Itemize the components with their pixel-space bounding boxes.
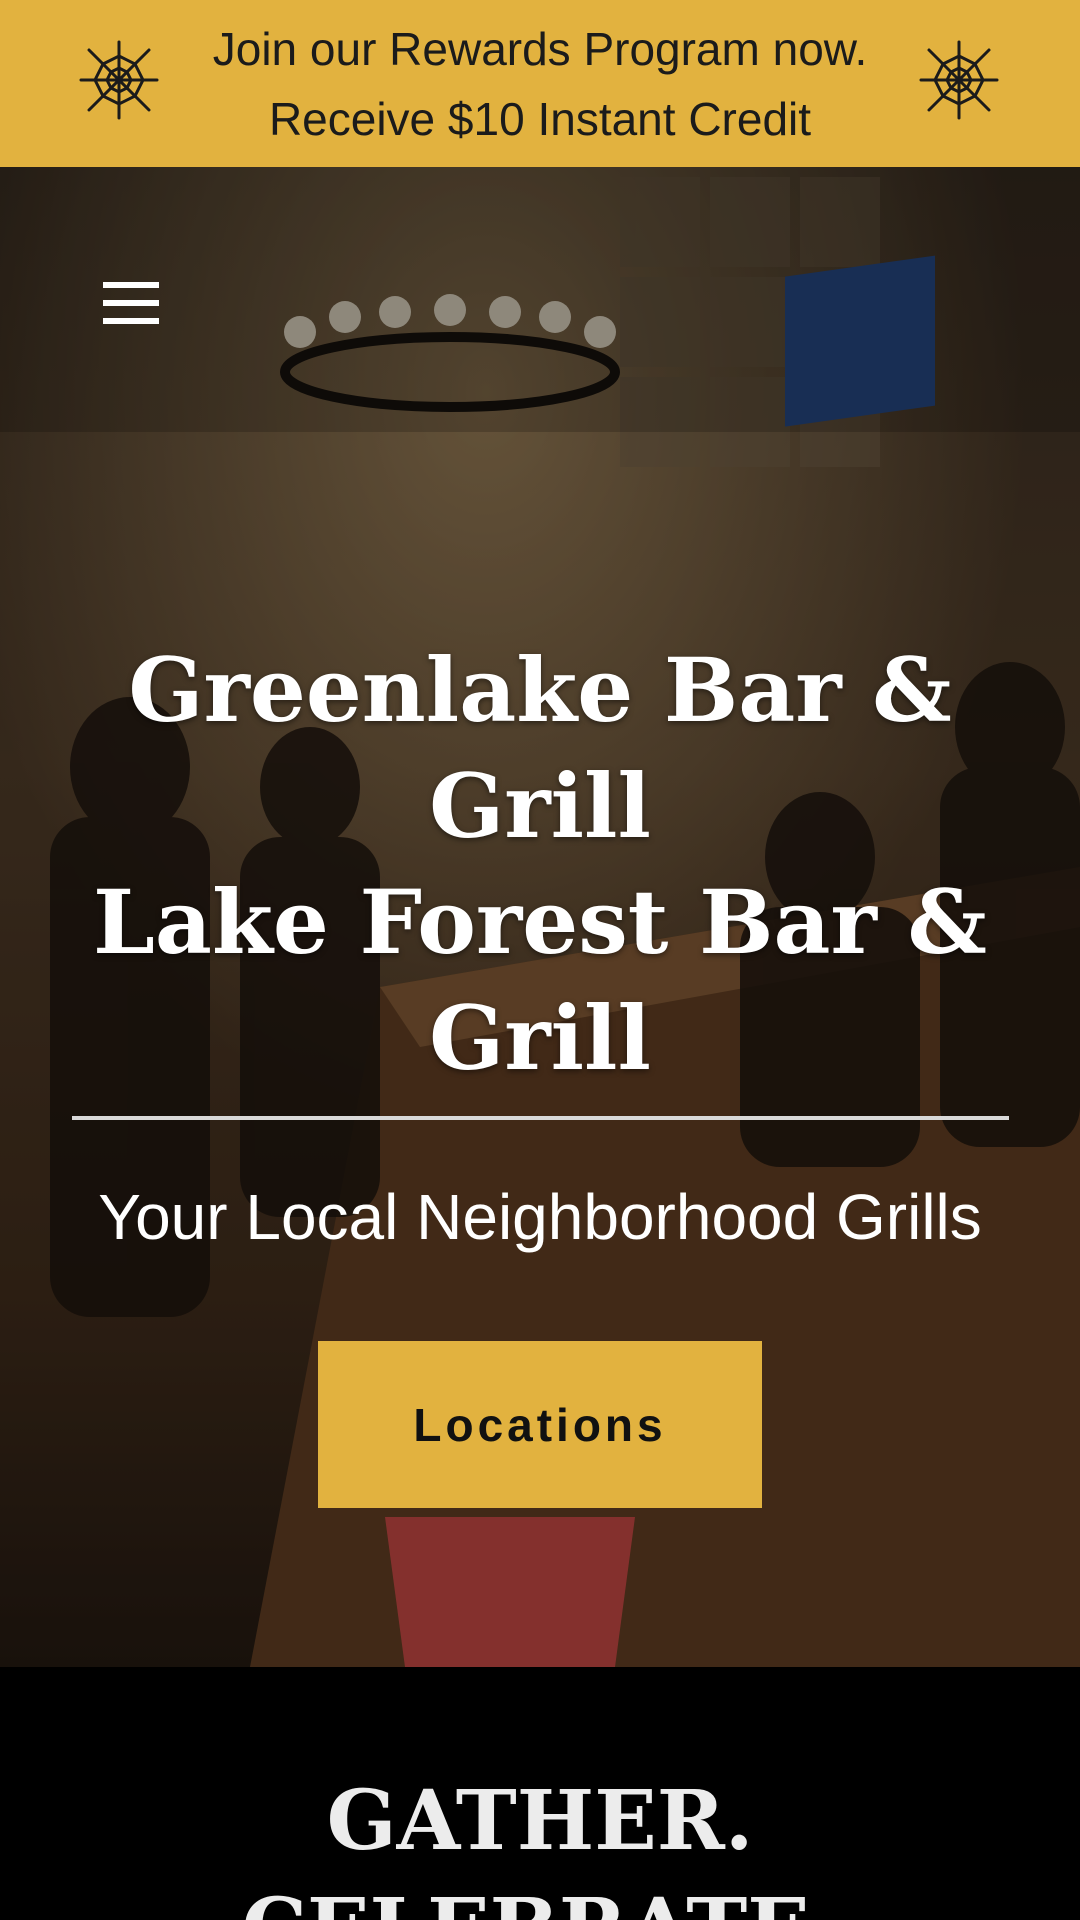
hamburger-menu-icon[interactable] [95, 267, 167, 339]
menu-bar [103, 300, 159, 306]
hero-title-line: Grill [429, 986, 651, 1090]
hero-title-line: Greenlake Bar & [128, 638, 952, 742]
hero-tagline: Your Local Neighborhood Grills [98, 1181, 982, 1253]
section-heading-line: CELEBRATE. [0, 1875, 1080, 1920]
hero-title-line: Grill [429, 754, 651, 858]
spider-web-icon [919, 40, 999, 120]
promo-line-1: Join our Rewards Program now. [212, 22, 868, 75]
promo-banner[interactable]: Join our Rewards Program now. Receive $1… [0, 0, 1080, 167]
spider-web-icon [79, 40, 159, 120]
gather-section: GATHER. CELEBRATE. [0, 1667, 1080, 1920]
menu-bar [103, 318, 159, 324]
locations-button[interactable]: Locations [318, 1341, 762, 1508]
section-heading: GATHER. CELEBRATE. [0, 1767, 1080, 1920]
promo-text: Join our Rewards Program now. Receive $1… [213, 14, 868, 154]
section-heading-line: GATHER. [326, 1773, 754, 1869]
menu-bar [103, 282, 159, 288]
hero-title-line: Lake Forest Bar & [93, 870, 987, 974]
promo-line-2: Receive $10 Instant Credit [268, 92, 812, 145]
hero-section: Greenlake Bar & Grill Lake Forest Bar & … [0, 167, 1080, 1667]
hero-title: Greenlake Bar & Grill Lake Forest Bar & … [60, 632, 1020, 1096]
hero-divider [72, 1116, 1009, 1120]
